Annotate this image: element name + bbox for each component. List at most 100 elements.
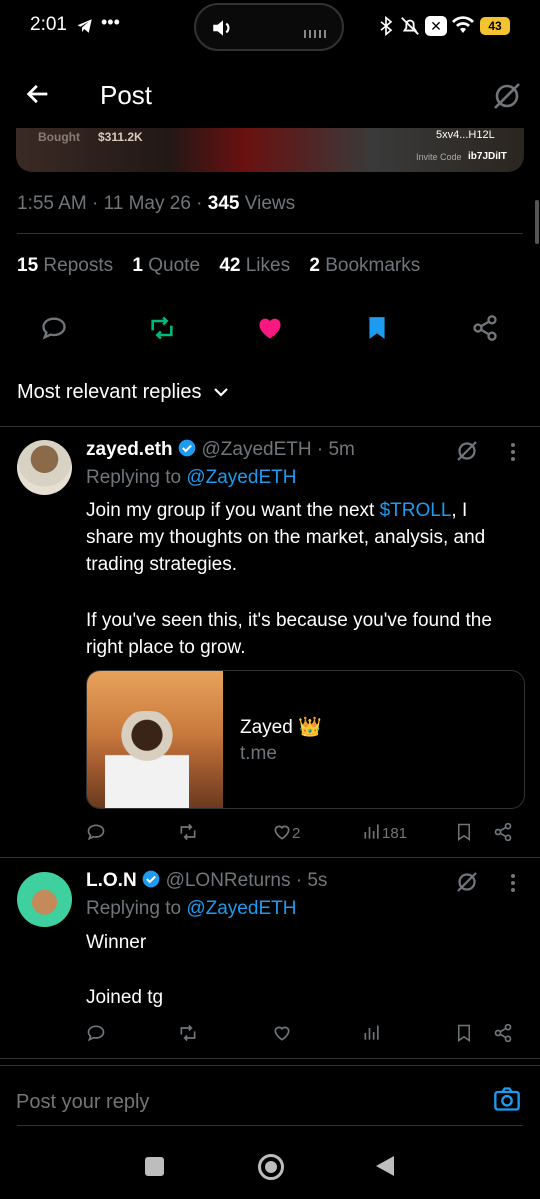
x-app-icon: ✕: [425, 16, 447, 36]
divider: [0, 1058, 540, 1059]
media-wallet: 5xv4...H12L: [436, 129, 495, 141]
system-nav-bar: [0, 1130, 540, 1199]
view-count: 181: [382, 825, 408, 842]
reply-header: zayed.eth @ZayedETH · 5m: [86, 438, 355, 463]
back-button[interactable]: [24, 80, 52, 113]
reply-header: L.O.N @LONReturns · 5s: [86, 869, 327, 894]
replying-to-mention[interactable]: @ZayedETH: [186, 898, 296, 919]
media-invite-code: ib7JDiIT: [468, 151, 507, 162]
replies-filter[interactable]: Most relevant replies: [17, 381, 229, 404]
reply-text: Join my group if you want the next $TROL…: [86, 497, 516, 578]
divider: [0, 857, 540, 858]
likes-stat[interactable]: 42 Likes: [219, 255, 290, 276]
reply-author-name[interactable]: L.O.N: [86, 870, 137, 891]
more-options-icon[interactable]: [510, 873, 516, 898]
link-card-domain: t.me: [240, 743, 277, 764]
heart-icon[interactable]: [272, 1023, 292, 1048]
back-nav-button[interactable]: [374, 1154, 396, 1183]
views-label: Views: [239, 193, 296, 214]
likes-label: Likes: [245, 255, 291, 276]
views-count: 345: [207, 193, 240, 214]
link-card-title: Zayed 👑: [240, 717, 322, 738]
home-button[interactable]: [257, 1153, 285, 1186]
quotes-label: Quote: [148, 255, 201, 276]
post-media[interactable]: Bought $311.2K 5xv4...H12L Invite Code i…: [16, 128, 524, 172]
verified-badge-icon: [177, 438, 197, 463]
repost-icon[interactable]: [177, 822, 199, 847]
reply-icon[interactable]: [40, 314, 68, 342]
bookmark-icon[interactable]: [364, 314, 390, 342]
person-figure: [105, 711, 189, 808]
chevron-down-icon: [213, 381, 229, 404]
grok-icon[interactable]: [455, 439, 479, 468]
media-invite-label: Invite Code: [416, 152, 462, 162]
bookmarks-count: 2: [309, 255, 320, 276]
camera-icon[interactable]: [493, 1085, 521, 1118]
replying-to: Replying to @ZayedETH: [86, 898, 296, 920]
volume-level-icon: [304, 25, 330, 43]
bookmark-icon[interactable]: [455, 1023, 473, 1048]
reply-author-handle[interactable]: @ZayedETH · 5m: [202, 439, 355, 460]
reposts-count: 15: [17, 255, 39, 276]
page-title: Post: [100, 80, 153, 110]
replying-to: Replying to @ZayedETH: [86, 467, 296, 489]
bluetooth-icon: [376, 15, 396, 42]
reposts-stat[interactable]: 15 Reposts: [17, 255, 113, 276]
like-icon[interactable]: [256, 314, 284, 342]
heart-icon: [272, 822, 292, 847]
reply-text-part: Join my group if you want the next: [86, 500, 380, 521]
quotes-stat[interactable]: 1 Quote: [132, 255, 200, 276]
reply-icon[interactable]: [86, 1023, 106, 1048]
post-meta: 1:55 AM · 11 May 26 · 345 Views: [17, 193, 295, 215]
composer-bottom-border: [17, 1125, 523, 1126]
scrollbar-thumb[interactable]: [535, 200, 539, 244]
analytics-icon[interactable]: [362, 1023, 382, 1048]
avatar[interactable]: [17, 440, 72, 495]
share-icon[interactable]: [493, 1022, 513, 1049]
bookmarks-label: Bookmarks: [325, 255, 421, 276]
reply-author-name[interactable]: zayed.eth: [86, 439, 173, 460]
likes-count: 42: [219, 255, 241, 276]
reply-author-handle[interactable]: @LONReturns · 5s: [166, 870, 328, 891]
media-bought-label: Bought: [38, 130, 80, 144]
replying-to-prefix: Replying to: [86, 898, 187, 919]
mute-icon: [399, 15, 421, 42]
divider: [17, 233, 523, 234]
like-button[interactable]: 2: [272, 822, 300, 847]
reply-text: Winner: [86, 932, 147, 953]
media-bought-value: $311.2K: [98, 130, 143, 144]
repost-icon[interactable]: [177, 1023, 199, 1048]
link-preview-card[interactable]: Zayed 👑 t.me: [86, 670, 525, 809]
like-count: 2: [292, 825, 301, 842]
wifi-icon: [451, 15, 475, 40]
volume-icon: [210, 15, 236, 46]
reply-icon[interactable]: [86, 822, 106, 847]
share-icon[interactable]: [471, 313, 499, 343]
post-timestamp: 1:55 AM · 11 May 26 ·: [17, 193, 208, 214]
telegram-icon: [76, 17, 94, 40]
link-preview-image: [87, 671, 223, 808]
grok-icon[interactable]: [491, 80, 523, 117]
composer-top-border: [0, 1065, 540, 1066]
share-icon[interactable]: [493, 821, 513, 848]
bookmark-icon[interactable]: [455, 822, 473, 847]
views-button[interactable]: 181: [362, 822, 407, 847]
analytics-icon: [362, 822, 382, 847]
replies-filter-label: Most relevant replies: [17, 381, 202, 403]
reply-text-paragraph: If you've seen this, it's because you've…: [86, 610, 492, 658]
avatar[interactable]: [17, 872, 72, 927]
status-time: 2:01: [30, 14, 67, 35]
verified-badge-icon: [141, 869, 161, 894]
more-notifications-icon: •••: [101, 12, 120, 32]
recents-button[interactable]: [145, 1157, 164, 1176]
grok-icon[interactable]: [455, 870, 479, 899]
quotes-count: 1: [132, 255, 143, 276]
status-bar: 2:01 ••• ✕ 43: [0, 0, 540, 54]
more-options-icon[interactable]: [510, 442, 516, 467]
bookmarks-stat[interactable]: 2 Bookmarks: [309, 255, 420, 276]
repost-icon[interactable]: [147, 314, 177, 342]
stats-row: 15 Reposts 1 Quote 42 Likes 2 Bookmarks: [17, 255, 420, 277]
reply-input[interactable]: [14, 1082, 478, 1122]
replying-to-mention[interactable]: @ZayedETH: [186, 467, 296, 488]
cashtag-link[interactable]: $TROLL: [380, 500, 452, 521]
